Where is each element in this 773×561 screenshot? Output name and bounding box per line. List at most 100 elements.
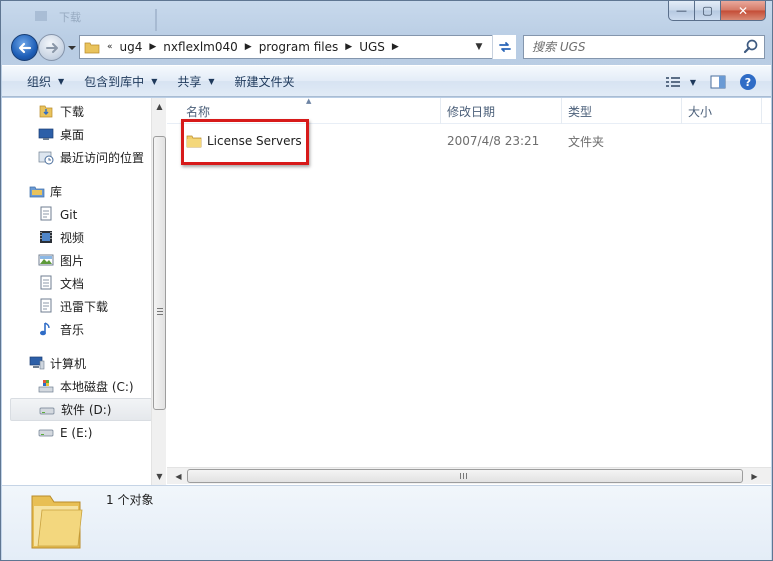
- column-label: 类型: [568, 104, 593, 119]
- column-label: 修改日期: [447, 104, 496, 119]
- navigation-list: 下载 桌面 最近访问的位置 库 Git 视频 图片 文档 迅雷下载 音乐 计算机…: [10, 100, 152, 444]
- sidebar-item-label: E (E:): [60, 425, 93, 440]
- breadcrumb-overflow[interactable]: «: [104, 36, 116, 58]
- address-row: « ug4 ▶ nxflexlm040 ▶ program files ▶ UG…: [1, 31, 772, 63]
- sidebar-item-desktop[interactable]: 桌面: [10, 123, 152, 146]
- chevron-right-icon[interactable]: ▶: [389, 36, 402, 58]
- sidebar-item-label: 图片: [60, 254, 85, 268]
- sidebar-item-label: 音乐: [60, 323, 85, 337]
- sidebar-item-music[interactable]: 音乐: [10, 318, 152, 341]
- scrollbar-thumb[interactable]: [153, 136, 166, 410]
- sidebar-item-label: 最近访问的位置: [60, 151, 145, 165]
- chevron-right-icon[interactable]: ▶: [146, 36, 159, 58]
- computer-icon: [29, 356, 45, 370]
- svg-text:?: ?: [745, 76, 751, 89]
- help-button[interactable]: ?: [733, 70, 763, 94]
- sidebar-item-downloads[interactable]: 下载: [10, 100, 152, 123]
- libraries-icon: [29, 186, 45, 198]
- sidebar-item-drive-e[interactable]: E (E:): [10, 421, 152, 444]
- sidebar-item-git[interactable]: Git: [10, 203, 152, 226]
- breadcrumb-item[interactable]: UGS: [355, 36, 389, 58]
- scroll-down-icon[interactable]: ▼: [152, 469, 167, 484]
- chevron-right-icon[interactable]: ▶: [242, 36, 255, 58]
- sidebar-item-recent-places[interactable]: 最近访问的位置: [10, 146, 152, 169]
- sort-ascending-icon: ▲: [306, 97, 312, 105]
- sidebar-item-documents[interactable]: 文档: [10, 272, 152, 295]
- close-button[interactable]: ✕: [721, 1, 766, 21]
- change-view-button[interactable]: [663, 70, 683, 94]
- close-icon: ✕: [737, 3, 749, 18]
- share-menu[interactable]: 共享 ▼: [167, 69, 224, 93]
- sidebar-item-computer[interactable]: 计算机: [10, 352, 152, 375]
- new-folder-button[interactable]: 新建文件夹: [225, 69, 305, 93]
- sidebar-item-xunlei-downloads[interactable]: 迅雷下载: [10, 295, 152, 318]
- column-label: 名称: [186, 104, 211, 119]
- breadcrumb-item[interactable]: nxflexlm040: [159, 36, 241, 58]
- navigation-pane: 下载 桌面 最近访问的位置 库 Git 视频 图片 文档 迅雷下载 音乐 计算机…: [2, 98, 166, 485]
- back-button[interactable]: [11, 34, 38, 61]
- forward-button[interactable]: [38, 34, 65, 61]
- arrow-left-icon: [18, 42, 31, 53]
- preview-pane-button[interactable]: [703, 70, 733, 94]
- maximize-icon: ▢: [702, 4, 713, 17]
- system-drive-icon: [38, 380, 54, 393]
- view-controls: ▼ ?: [663, 70, 763, 94]
- sidebar-item-drive-c[interactable]: 本地磁盘 (C:): [10, 375, 152, 398]
- sidebar-item-label: 下载: [60, 105, 85, 119]
- sidebar-item-label: 库: [50, 185, 63, 199]
- column-header-date[interactable]: 修改日期: [441, 98, 562, 124]
- sidebar-item-label: Git: [60, 207, 78, 222]
- scroll-left-icon[interactable]: ◀: [170, 468, 187, 484]
- search-input[interactable]: [532, 40, 742, 54]
- details-pane: 1 个对象: [2, 485, 771, 560]
- sidebar-item-label: 本地磁盘 (C:): [60, 380, 134, 394]
- share-label: 共享: [177, 74, 202, 89]
- sidebar-item-drive-d[interactable]: 软件 (D:): [10, 398, 152, 421]
- downloads-folder-icon: [39, 105, 53, 118]
- folder-icon: [84, 42, 100, 54]
- sidebar-item-libraries[interactable]: 库: [10, 180, 152, 203]
- organize-menu[interactable]: 组织 ▼: [17, 69, 74, 93]
- main-area: 下载 桌面 最近访问的位置 库 Git 视频 图片 文档 迅雷下载 音乐 计算机…: [2, 97, 771, 485]
- scroll-right-icon[interactable]: ▶: [746, 468, 763, 484]
- sidebar-item-videos[interactable]: 视频: [10, 226, 152, 249]
- chevron-right-icon[interactable]: ▶: [342, 36, 355, 58]
- maximize-button[interactable]: ▢: [695, 1, 721, 21]
- item-count: 1 个对象: [106, 493, 154, 507]
- column-header-size[interactable]: 大小: [682, 98, 762, 124]
- desktop-icon: [38, 128, 54, 140]
- documents-library-icon: [40, 275, 52, 290]
- refresh-icon: [498, 42, 511, 52]
- address-dropdown-icon[interactable]: ▼: [470, 36, 488, 58]
- command-bar: 组织 ▼ 包含到库中 ▼ 共享 ▼ 新建文件夹 ▼ ?: [2, 65, 771, 97]
- address-bar[interactable]: « ug4 ▶ nxflexlm040 ▶ program files ▶ UG…: [79, 35, 515, 59]
- minimize-button[interactable]: —: [668, 1, 695, 21]
- minimize-icon: —: [676, 4, 687, 17]
- file-type: 文件夹: [568, 134, 605, 149]
- column-label: 大小: [688, 104, 713, 119]
- chevron-down-icon: ▼: [208, 76, 215, 86]
- refresh-button[interactable]: [492, 35, 516, 59]
- scrollbar-thumb[interactable]: [187, 469, 743, 483]
- breadcrumb-item[interactable]: ug4: [116, 36, 147, 58]
- breadcrumb-item[interactable]: program files: [255, 36, 343, 58]
- horizontal-scrollbar[interactable]: ◀ ▶: [167, 467, 771, 484]
- history-dropdown-icon[interactable]: [67, 43, 77, 53]
- column-header-type[interactable]: 类型: [562, 98, 682, 124]
- search-icon[interactable]: [742, 38, 760, 56]
- more-options-icon[interactable]: ▼: [683, 70, 703, 94]
- search-box[interactable]: [523, 35, 765, 59]
- navigation-scrollbar[interactable]: ▲ ▼: [151, 98, 166, 485]
- recent-places-icon: [38, 151, 54, 165]
- red-highlight-box: [181, 119, 309, 165]
- sidebar-item-pictures[interactable]: 图片: [10, 249, 152, 272]
- include-in-library-menu[interactable]: 包含到库中 ▼: [74, 69, 167, 93]
- help-icon: ?: [740, 74, 756, 90]
- music-library-icon: [40, 322, 50, 336]
- drive-icon: [38, 429, 54, 437]
- sidebar-item-label: 桌面: [60, 128, 85, 142]
- organize-label: 组织: [27, 74, 52, 89]
- sidebar-item-label: 计算机: [50, 357, 87, 371]
- large-folder-icon: [31, 495, 83, 549]
- scroll-up-icon[interactable]: ▲: [152, 99, 167, 114]
